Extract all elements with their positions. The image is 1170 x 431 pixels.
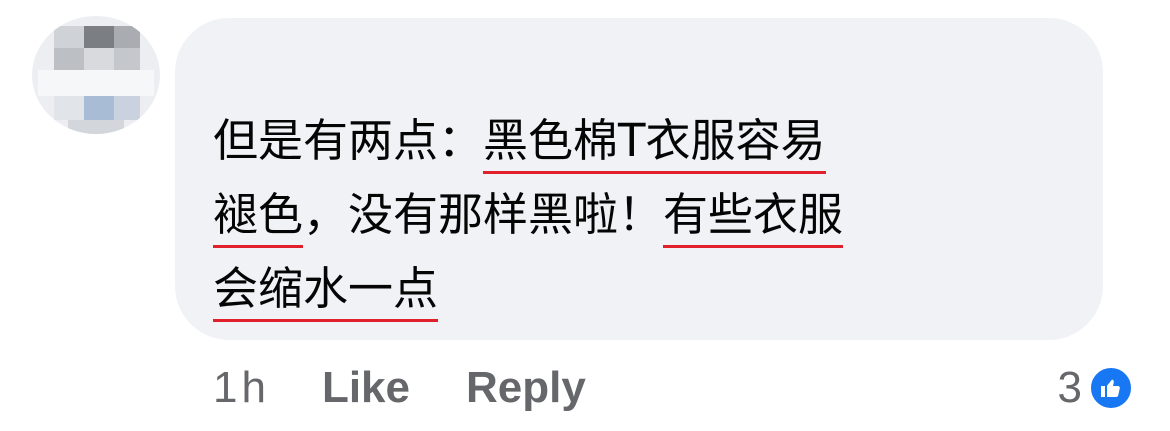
comment-segment-underlined: 黑色棉T衣服容易 <box>483 114 826 174</box>
comment-line: 会缩水一点 <box>213 252 1083 326</box>
comment-segment: 但是有两点： <box>213 114 484 167</box>
thumbs-up-icon <box>1088 365 1134 411</box>
avatar[interactable] <box>32 16 160 134</box>
reply-button[interactable]: Reply <box>466 363 586 413</box>
comment-segment-underlined: 会缩水一点 <box>213 262 439 322</box>
author-name-redacted[interactable] <box>215 52 537 92</box>
comment-line: 但是有两点：黑色棉T衣服容易 <box>213 104 1083 178</box>
comment-timestamp[interactable]: 1h <box>213 363 270 413</box>
comment-segment: ，没有那样黑啦！ <box>303 188 664 241</box>
comment-line: 褪色，没有那样黑啦！有些衣服 <box>213 178 1083 252</box>
comment-segment-underlined: 有些衣服 <box>663 188 844 248</box>
reaction-count: 3 <box>1057 363 1082 412</box>
reaction-summary[interactable]: 3 <box>1058 358 1134 418</box>
comment-segment-underlined: 褪色 <box>213 188 304 248</box>
like-button[interactable]: Like <box>322 363 410 413</box>
comment-text: 但是有两点：黑色棉T衣服容易 褪色，没有那样黑啦！有些衣服 会缩水一点 <box>213 104 1083 326</box>
comment-actions: 1h Like Reply <box>213 358 642 418</box>
